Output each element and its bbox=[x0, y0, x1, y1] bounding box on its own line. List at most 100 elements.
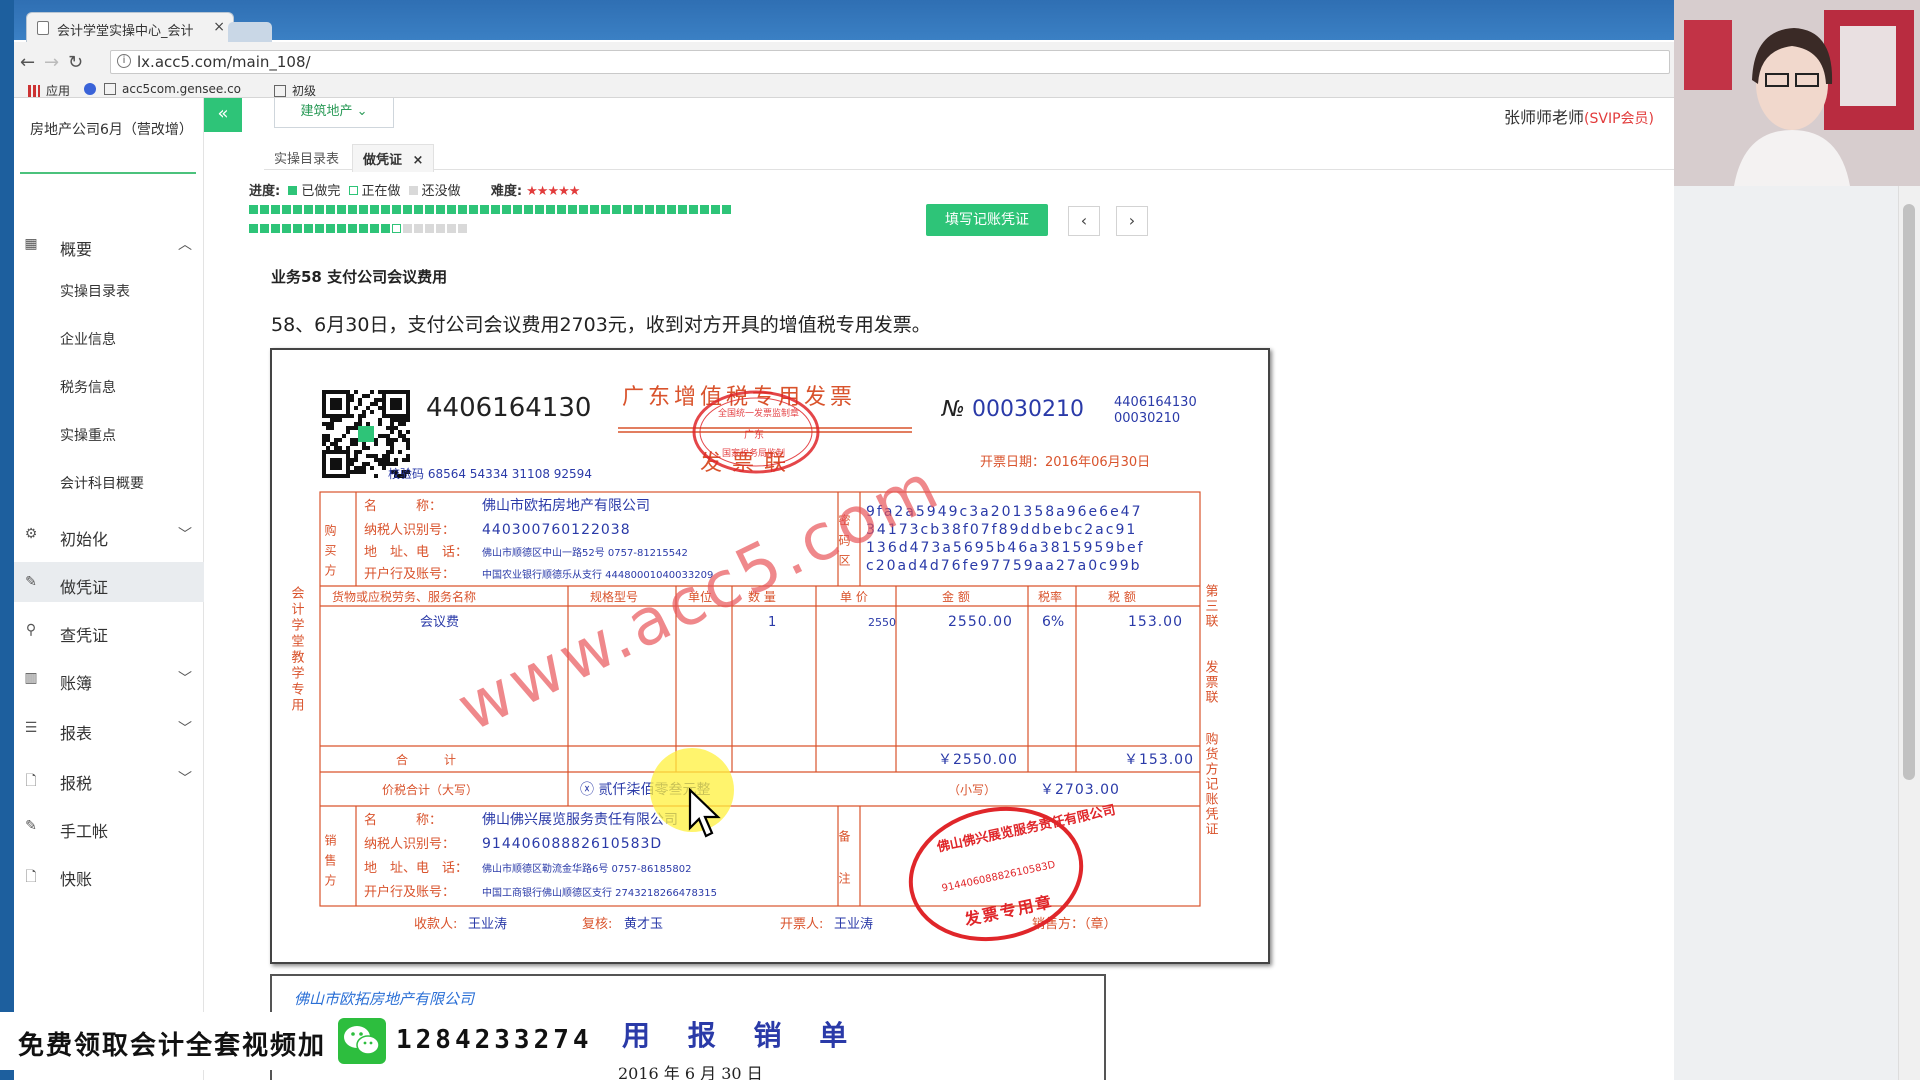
progress-cell[interactable] bbox=[667, 205, 676, 214]
progress-cell[interactable] bbox=[359, 224, 368, 233]
progress-cell[interactable] bbox=[458, 205, 467, 214]
industry-select[interactable]: 建筑地产 ⌄ bbox=[274, 98, 394, 128]
progress-cell[interactable] bbox=[315, 205, 324, 214]
sidebar-item-manual[interactable]: ✎ 手工帐 bbox=[14, 806, 204, 846]
progress-cell[interactable] bbox=[260, 224, 269, 233]
bookmark-chuji[interactable]: 初级 bbox=[274, 82, 316, 99]
progress-cell[interactable] bbox=[271, 224, 280, 233]
close-icon[interactable]: × bbox=[413, 153, 424, 168]
collapse-sidebar-button[interactable]: « bbox=[204, 98, 242, 132]
progress-cell[interactable] bbox=[403, 205, 412, 214]
progress-cell[interactable] bbox=[601, 205, 610, 214]
progress-cell[interactable] bbox=[568, 205, 577, 214]
progress-cell[interactable] bbox=[634, 205, 643, 214]
sidebar-item-init[interactable]: ⚙ 初始化 ﹀ bbox=[14, 514, 204, 554]
progress-cell[interactable] bbox=[502, 205, 511, 214]
progress-cell[interactable] bbox=[304, 224, 313, 233]
progress-cell[interactable] bbox=[535, 205, 544, 214]
progress-cell[interactable] bbox=[436, 205, 445, 214]
tab-close-icon[interactable]: × bbox=[213, 19, 225, 35]
progress-cell[interactable] bbox=[645, 205, 654, 214]
tab-catalog[interactable]: 实操目录表 bbox=[264, 144, 349, 171]
progress-cell[interactable] bbox=[425, 224, 434, 233]
forward-icon[interactable]: → bbox=[44, 52, 59, 73]
prev-button[interactable]: ‹ bbox=[1068, 206, 1100, 236]
progress-cell[interactable] bbox=[403, 224, 412, 233]
progress-cell[interactable] bbox=[612, 205, 621, 214]
bookmark-baidu[interactable] bbox=[84, 82, 102, 96]
progress-cell[interactable] bbox=[458, 224, 467, 233]
progress-cell[interactable] bbox=[722, 205, 731, 214]
fill-voucher-button[interactable]: 填写记账凭证 bbox=[926, 204, 1048, 236]
progress-cell[interactable] bbox=[348, 224, 357, 233]
progress-cell[interactable] bbox=[392, 205, 401, 214]
progress-cell[interactable] bbox=[392, 224, 401, 233]
progress-cell[interactable] bbox=[623, 205, 632, 214]
sidebar-item-make-voucher[interactable]: ✎ 做凭证 bbox=[14, 562, 204, 602]
sidebar-item-tax-info[interactable]: 税务信息 bbox=[14, 366, 204, 406]
progress-cell[interactable] bbox=[557, 205, 566, 214]
progress-cell[interactable] bbox=[249, 205, 258, 214]
progress-cell[interactable] bbox=[370, 205, 379, 214]
progress-cell[interactable] bbox=[425, 205, 434, 214]
reload-icon[interactable]: ↻ bbox=[68, 52, 83, 73]
progress-cell[interactable] bbox=[337, 224, 346, 233]
new-tab-button[interactable] bbox=[228, 22, 272, 42]
sidebar-item-catalog[interactable]: 实操目录表 bbox=[14, 270, 204, 310]
next-button[interactable]: › bbox=[1116, 206, 1148, 236]
progress-cell[interactable] bbox=[326, 205, 335, 214]
tab-make-voucher[interactable]: 做凭证 × bbox=[352, 144, 435, 172]
progress-cell[interactable] bbox=[381, 224, 390, 233]
bookmark-gensee[interactable]: acc5com.gensee.co bbox=[104, 82, 241, 96]
progress-cell[interactable] bbox=[656, 205, 665, 214]
progress-cell[interactable] bbox=[579, 205, 588, 214]
progress-cell[interactable] bbox=[700, 205, 709, 214]
page-scrollbar[interactable] bbox=[1898, 186, 1920, 1080]
sidebar-item-company-info[interactable]: 企业信息 bbox=[14, 318, 204, 358]
progress-cell[interactable] bbox=[304, 205, 313, 214]
progress-cell[interactable] bbox=[678, 205, 687, 214]
progress-cell[interactable] bbox=[249, 224, 258, 233]
progress-cell[interactable] bbox=[436, 224, 445, 233]
sidebar-item-query-voucher[interactable]: ⚲ 查凭证 bbox=[14, 610, 204, 650]
progress-cell[interactable] bbox=[359, 205, 368, 214]
progress-cell[interactable] bbox=[689, 205, 698, 214]
progress-cell[interactable] bbox=[337, 205, 346, 214]
progress-cell[interactable] bbox=[546, 205, 555, 214]
progress-cell[interactable] bbox=[711, 205, 720, 214]
sidebar-item-accounts[interactable]: 会计科目概要 bbox=[14, 462, 204, 502]
progress-cell[interactable] bbox=[480, 205, 489, 214]
progress-cell[interactable] bbox=[414, 205, 423, 214]
progress-cell[interactable] bbox=[381, 205, 390, 214]
progress-cell[interactable] bbox=[447, 205, 456, 214]
progress-cell[interactable] bbox=[469, 205, 478, 214]
sidebar-item-overview[interactable]: ▦ 概要 ︿ bbox=[14, 224, 204, 264]
back-icon[interactable]: ← bbox=[20, 52, 35, 73]
sidebar-item-key-points[interactable]: 实操重点 bbox=[14, 414, 204, 454]
progress-cell[interactable] bbox=[260, 205, 269, 214]
progress-cell[interactable] bbox=[590, 205, 599, 214]
sidebar-item-tax-filing[interactable]: 🗋 报税 ﹀ bbox=[14, 758, 204, 798]
progress-cell[interactable] bbox=[524, 205, 533, 214]
browser-tab[interactable]: 会计学堂实操中心_会计 × bbox=[26, 12, 234, 42]
progress-cell[interactable] bbox=[513, 205, 522, 214]
progress-cell[interactable] bbox=[414, 224, 423, 233]
address-bar[interactable]: i lx.acc5.com/main_108/ bbox=[110, 50, 1670, 74]
progress-cell[interactable] bbox=[282, 205, 291, 214]
progress-cell[interactable] bbox=[282, 224, 291, 233]
user-info[interactable]: 张师师老师(SVIP会员) bbox=[1504, 104, 1654, 128]
progress-cell[interactable] bbox=[326, 224, 335, 233]
progress-cell[interactable] bbox=[447, 224, 456, 233]
progress-cell[interactable] bbox=[293, 224, 302, 233]
progress-cell[interactable] bbox=[370, 224, 379, 233]
sidebar-item-ledger[interactable]: ▥ 账簿 ﹀ bbox=[14, 658, 204, 698]
scroll-thumb[interactable] bbox=[1903, 204, 1915, 780]
progress-cell[interactable] bbox=[271, 205, 280, 214]
progress-cell[interactable] bbox=[491, 205, 500, 214]
sidebar-item-reports[interactable]: ☰ 报表 ﹀ bbox=[14, 708, 204, 748]
progress-cell[interactable] bbox=[293, 205, 302, 214]
progress-cell[interactable] bbox=[315, 224, 324, 233]
info-icon[interactable]: i bbox=[117, 54, 131, 68]
progress-cell[interactable] bbox=[348, 205, 357, 214]
bookmark-apps[interactable]: 应用 bbox=[28, 82, 70, 99]
